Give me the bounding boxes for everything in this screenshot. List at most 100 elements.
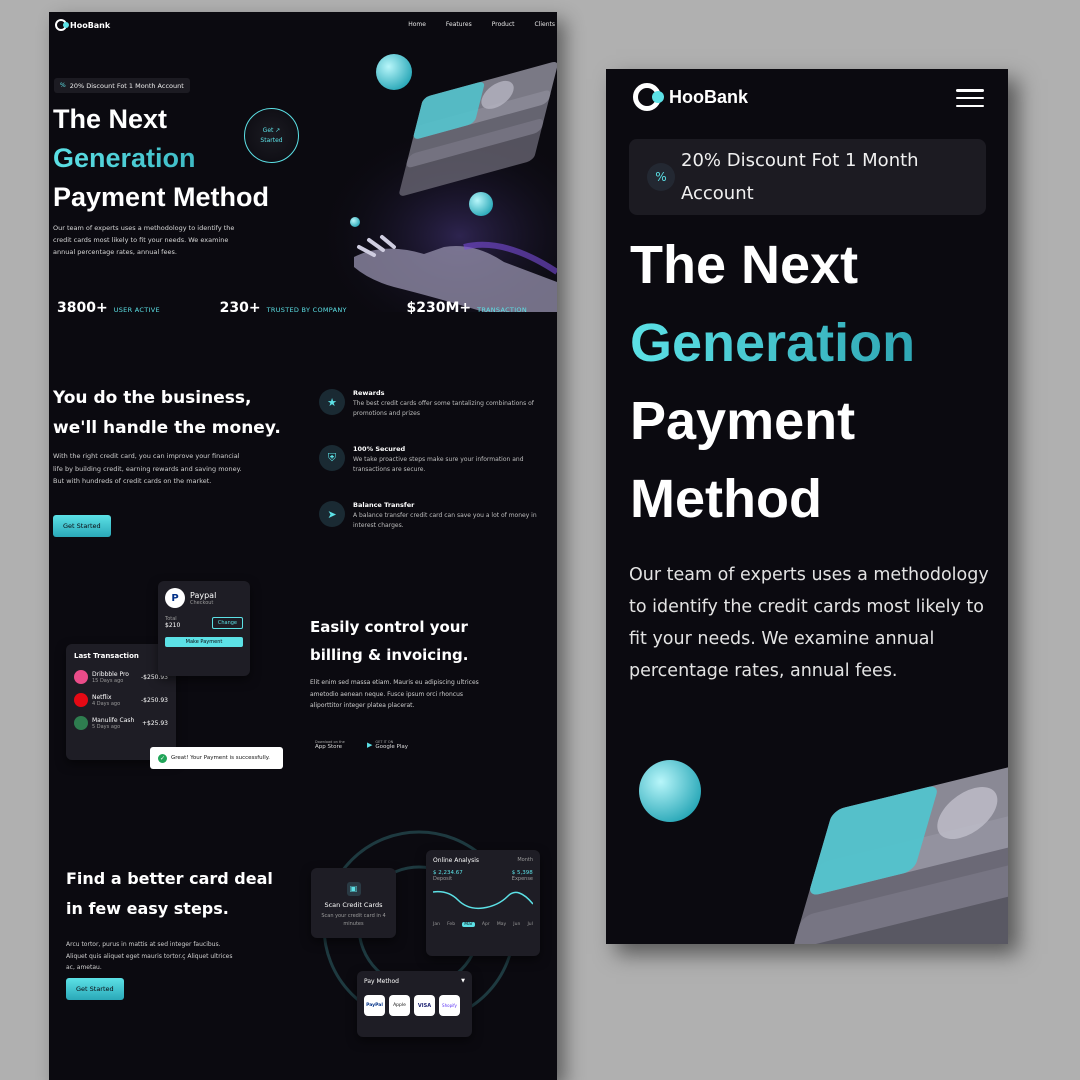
scan-text: Scan your credit card in 4 minutes [321,913,386,927]
nav-product[interactable]: Product [492,21,515,28]
mobile-hero-line3: Payment [630,391,856,451]
hero-robot-hand-illustration [314,54,557,312]
app-store-label: App Store [315,744,343,750]
brand-name: HooBank [70,20,111,30]
last-transaction-title: Last Transaction [74,652,139,660]
nav-clients[interactable]: Clients [535,21,556,28]
mobile-hero-description: Our team of experts uses a methodology t… [629,565,989,681]
get-started-circle-button[interactable]: Get ↗ Started [244,108,299,163]
apple-pay-method-icon[interactable]: Apple [389,995,410,1016]
steps-get-started-button[interactable]: Get Started [66,978,124,1000]
brand-logo[interactable]: HooBank [55,19,110,31]
feature-title: 100% Secured [353,445,406,453]
percent-icon: % [647,163,675,191]
desktop-mockup: HooBank Home Features Product Clients % … [49,12,557,1080]
app-store-badge[interactable]: Download on the App Store [312,740,345,750]
stat-companies: 230+ TRUSTED BY COMPANY [220,300,367,316]
send-icon: ➤ [319,501,345,527]
paypal-title: Paypal [190,590,217,600]
google-play-label: Google Play [375,744,409,750]
stat-value: 3800+ [57,300,108,316]
chevron-down-icon[interactable]: ▼ [461,978,465,985]
nav-features[interactable]: Features [446,21,472,28]
mobile-sphere [639,760,701,822]
paypal-method-icon[interactable]: PayPal [364,995,385,1016]
steps-title: Find a better card deal in few easy step… [66,864,273,924]
hero-title-line1: The Next [53,104,168,134]
stat-label: TRANSACTION [477,306,527,314]
month-label[interactable]: Jan [433,922,440,927]
analysis-period-select[interactable]: Month [517,857,533,864]
transaction-row: Netflix 4 Days ago -$250.93 [74,693,168,707]
steps-text: Arcu tortor, purus in mattis at sed inte… [66,941,233,971]
stat-users: 3800+ USER ACTIVE [57,300,180,316]
make-payment-button[interactable]: Make Payment [165,637,243,647]
feature-title: Balance Transfer [353,501,415,509]
hero-title-line3: Payment Method [53,182,270,212]
mobile-cards-illustration [639,752,1008,944]
feature-text: The best credit cards offer some tantali… [353,400,534,417]
business-title-line2: we'll handle the money. [53,418,281,438]
transaction-amount: -$250.93 [141,696,168,704]
stat-value: 230+ [219,300,261,316]
analysis-months: Jan Feb Mar Apr May Jun Jul [433,922,533,927]
steps-title-line2: in few easy steps. [66,899,229,918]
transaction-row: Dribbble Pro 15 Days ago -$250.93 [74,670,168,684]
manulife-icon [74,716,88,730]
check-icon: ✓ [158,753,167,763]
month-label[interactable]: Jun [513,922,520,927]
month-label[interactable]: Jul [527,922,532,927]
paypal-change-button[interactable]: Change [211,617,243,629]
hamburger-menu-icon[interactable] [956,89,984,107]
stat-label: TRUSTED BY COMPANY [266,306,347,314]
mobile-mockup: HooBank % 20% Discount Fot 1 Month Accou… [606,69,1008,944]
stat-value: $230M+ [406,300,472,316]
analysis-title: Online Analysis [433,857,479,864]
mobile-brand-name: HooBank [669,87,748,108]
billing-title: Easily control your billing & invoicing. [310,613,468,669]
stat-transactions: $230M+ TRANSACTION [407,300,547,316]
discount-text: 20% Discount Fot 1 Month Account [69,81,184,90]
top-nav: HooBank Home Features Product Clients [49,12,557,40]
transaction-name: Manulife Cash [92,716,135,724]
feature-rewards: ★ Rewards The best credit cards offer som… [319,389,549,418]
month-label-selected[interactable]: Mar [462,922,475,927]
mobile-hero-title: The Next Generation Payment Method [630,226,915,538]
business-title: You do the business, we'll handle the mo… [53,383,281,443]
transaction-name: Netflix [92,693,112,701]
shopify-method-icon[interactable]: Shopify [439,995,460,1016]
dribbble-icon [74,670,88,684]
stat-label: USER ACTIVE [113,306,160,314]
feature-balance-transfer: ➤ Balance Transfer A balance transfer cre… [319,501,549,530]
scan-icon: ▣ [346,882,361,896]
business-text: With the right credit card, you can impr… [53,452,242,485]
google-play-icon: ▶ [367,741,373,749]
hero-title-line2: Generation [53,139,269,178]
month-label[interactable]: Feb [447,922,455,927]
business-get-started-button[interactable]: Get Started [53,515,111,537]
arrow-up-right-icon: ↗ [275,126,281,134]
mobile-brand-logo[interactable]: HooBank [633,83,748,111]
star-icon: ★ [319,389,345,415]
mobile-hero-line2: Generation [630,304,915,382]
paypal-icon: P [165,588,185,608]
month-label[interactable]: May [497,922,506,927]
shield-icon: ⛨ [319,445,345,471]
logo-icon [55,19,67,31]
mobile-hero-line1: The Next [630,235,859,295]
discount-pill: % 20% Discount Fot 1 Month Account [54,78,190,93]
feature-text: We take proactive steps make sure your i… [353,456,524,473]
get-started-word2: Started [260,136,283,144]
google-play-badge[interactable]: ▶ GET IT ON Google Play [367,740,408,750]
month-label[interactable]: Apr [482,922,490,927]
billing-title-line1: Easily control your [310,618,468,636]
nav-home[interactable]: Home [408,21,426,28]
netflix-icon [74,693,88,707]
billing-text: Elit enim sed massa etiam. Mauris eu adi… [310,679,479,709]
percent-icon: % [60,82,66,89]
transaction-time: 5 Days ago [92,723,121,730]
steps-title-line1: Find a better card deal [66,869,273,888]
analysis-line-chart [432,890,534,910]
visa-method-icon[interactable]: VISA [414,995,435,1016]
logo-icon [633,83,661,111]
